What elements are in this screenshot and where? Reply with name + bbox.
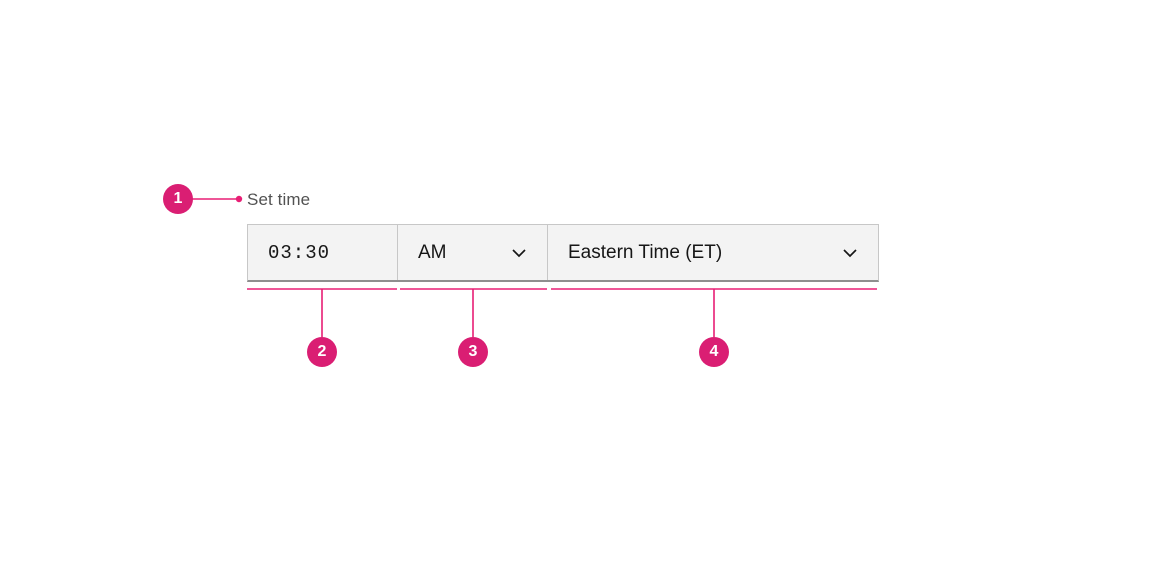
annotation-wires xyxy=(0,0,1152,576)
chevron-down-icon xyxy=(511,245,527,261)
timezone-value: Eastern Time (ET) xyxy=(568,242,722,264)
time-input[interactable]: 03:30 xyxy=(248,225,398,280)
timezone-select[interactable]: Eastern Time (ET) xyxy=(548,225,878,280)
ampm-value: AM xyxy=(418,242,447,264)
ampm-select[interactable]: AM xyxy=(398,225,548,280)
time-value: 03:30 xyxy=(268,242,330,264)
annotation-badge-2: 2 xyxy=(307,337,337,367)
time-picker-group: 03:30 AM Eastern Time (ET) xyxy=(247,224,879,282)
annotation-badge-3: 3 xyxy=(458,337,488,367)
chevron-down-icon xyxy=(842,245,858,261)
annotation-badge-4: 4 xyxy=(699,337,729,367)
set-time-label: Set time xyxy=(247,190,310,210)
annotation-badge-1: 1 xyxy=(163,184,193,214)
